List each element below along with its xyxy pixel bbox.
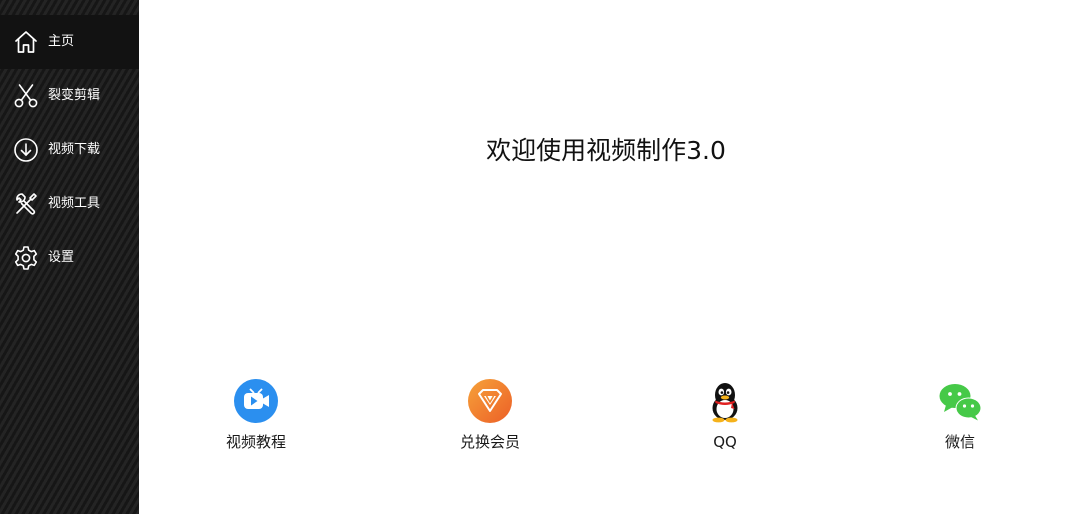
vip-diamond-icon [467, 378, 513, 424]
sidebar-item-video-download[interactable]: 视频下载 [0, 123, 139, 177]
sidebar-item-home[interactable]: 主页 [0, 15, 139, 69]
sidebar-item-split-edit[interactable]: 裂变剪辑 [0, 69, 139, 123]
redeem-membership-link[interactable]: 兑换会员 [430, 378, 550, 458]
sidebar-item-settings[interactable]: 设置 [0, 231, 139, 285]
home-icon [13, 29, 39, 55]
sidebar: 主页 裂变剪辑 视频下载 视频工具 设置 [0, 0, 139, 514]
tools-icon [13, 191, 39, 217]
link-label: QQ [713, 433, 737, 451]
wechat-icon [937, 378, 983, 424]
link-label: 视频教程 [225, 433, 286, 451]
welcome-title: 欢迎使用视频制作3.0 [486, 136, 726, 165]
link-label: 兑换会员 [459, 433, 520, 451]
link-label: 微信 [944, 433, 975, 451]
sidebar-item-video-tools[interactable]: 视频工具 [0, 177, 139, 231]
video-camera-icon [233, 378, 279, 424]
qq-link[interactable]: QQ [665, 378, 785, 458]
video-tutorial-link[interactable]: 视频教程 [196, 378, 316, 458]
sidebar-item-label: 视频工具 [48, 196, 101, 211]
sidebar-item-label: 设置 [48, 250, 75, 265]
download-icon [13, 137, 39, 163]
gear-icon [13, 245, 39, 271]
wechat-link[interactable]: 微信 [900, 378, 1020, 458]
sidebar-item-label: 视频下载 [48, 142, 101, 157]
qq-penguin-icon [702, 378, 748, 424]
sidebar-item-label: 主页 [48, 34, 75, 49]
sidebar-item-label: 裂变剪辑 [48, 88, 101, 103]
scissors-icon [13, 83, 39, 109]
main-content: 欢迎使用视频制作3.0 视频教程 兑换会员 QQ 微信 [139, 0, 1073, 514]
